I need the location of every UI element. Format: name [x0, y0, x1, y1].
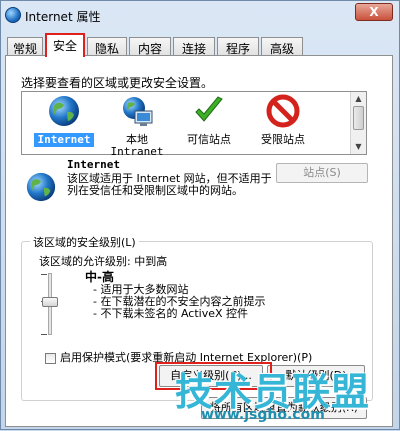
security-level-group-label: 该区域的安全级别(L)	[30, 234, 139, 250]
zone-restricted-sites[interactable]: 受限站点	[252, 94, 314, 147]
no-entry-icon	[266, 94, 300, 128]
window-title: Internet 属性	[25, 10, 101, 24]
globe-icon	[49, 96, 79, 126]
security-level-details: - 适用于大多数网站 - 在下载潜在的不安全内容之前提示 - 不下载未签名的 A…	[93, 284, 265, 320]
zone-trusted-sites[interactable]: 可信站点	[178, 94, 240, 147]
zone-label: 可信站点	[187, 133, 231, 146]
tab-security[interactable]: 安全	[45, 33, 85, 57]
security-level-slider-thumb[interactable]	[42, 297, 58, 307]
tab-privacy[interactable]: 隐私	[87, 37, 127, 56]
allowed-levels-text: 该区域的允许级别: 中到高	[39, 255, 168, 268]
level-detail-item: - 不下载未签名的 ActiveX 控件	[93, 307, 249, 320]
tab-content[interactable]: 内容	[129, 37, 171, 56]
globe-icon	[26, 172, 56, 202]
scroll-up-arrow-icon[interactable]: ▲	[351, 92, 366, 106]
reset-all-zones-button[interactable]: 将所有区域重置为默认级别(R)	[201, 397, 367, 419]
zone-description: 该区域适用于 Internet 网站，但不适用于列在受信任和受限制区域中的网站。	[67, 172, 272, 197]
internet-properties-window: Internet 属性 X 常规 安全 隐私 内容 连接 程序 高级 选择要查看…	[0, 0, 400, 430]
sites-button[interactable]: 站点(S)	[276, 163, 368, 183]
close-button[interactable]: X	[355, 3, 393, 21]
default-level-button[interactable]: 默认级别(D)	[267, 365, 365, 387]
tab-general[interactable]: 常规	[7, 37, 43, 56]
zone-label: 本地 Intranet	[110, 133, 164, 158]
scroll-down-arrow-icon[interactable]: ▼	[351, 140, 366, 154]
zone-list: Internet 本地 Intranet 可信站点 受限站点 ▲ ▼	[21, 91, 367, 158]
checkmark-icon	[195, 96, 223, 122]
scroll-thumb[interactable]	[353, 106, 364, 130]
selected-zone-title: Internet	[67, 158, 120, 171]
zone-label: 受限站点	[261, 133, 305, 146]
slider-tick	[41, 334, 47, 335]
title-bar[interactable]: Internet 属性 X	[1, 1, 399, 29]
highlight-box	[155, 362, 272, 390]
zone-local-intranet[interactable]: 本地 Intranet	[108, 94, 166, 159]
zone-label: Internet	[34, 133, 94, 147]
slider-tick	[41, 274, 47, 275]
local-intranet-icon	[123, 97, 153, 126]
tab-connections[interactable]: 连接	[173, 37, 215, 56]
internet-explorer-icon	[5, 7, 21, 23]
zone-prompt: 选择要查看的区域或更改安全设置。	[21, 76, 214, 90]
protected-mode-checkbox[interactable]	[45, 352, 56, 364]
tab-programs[interactable]: 程序	[217, 37, 259, 56]
zone-internet[interactable]: Internet	[34, 94, 94, 147]
zone-list-scrollbar[interactable]: ▲ ▼	[350, 92, 366, 154]
tab-advanced[interactable]: 高级	[261, 37, 303, 56]
